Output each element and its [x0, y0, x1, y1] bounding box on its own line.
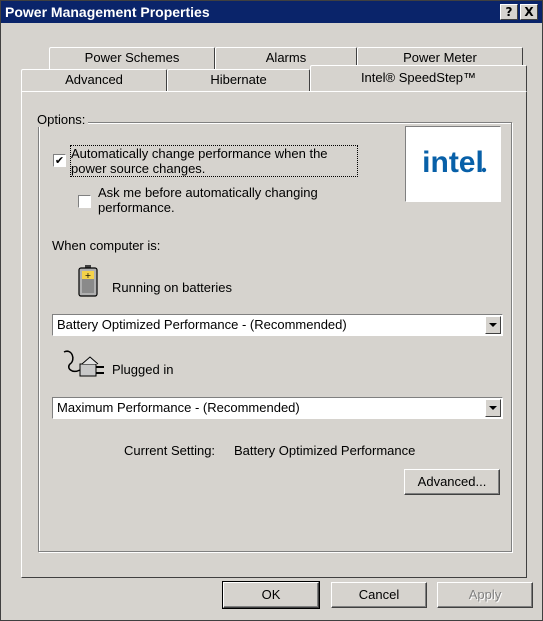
current-setting-label: Current Setting:: [124, 443, 216, 458]
ask-before-label-line1: Ask me before automatically changing: [98, 185, 318, 200]
help-icon[interactable]: ?: [500, 4, 518, 20]
ask-before-checkbox[interactable]: [78, 195, 91, 208]
plugged-in-label: Plugged in: [112, 362, 174, 377]
ask-before-label-line2: performance.: [98, 200, 175, 215]
title-buttons: ? X: [500, 4, 542, 20]
battery-scheme-select[interactable]: Battery Optimized Performance - (Recomme…: [52, 314, 503, 336]
auto-change-label-line2: power source changes.: [71, 161, 206, 176]
checkmark-icon: ✔: [54, 154, 65, 167]
intel-logo-text: intel: [422, 146, 484, 179]
plugged-scheme-dropdown-arrow[interactable]: [485, 399, 501, 417]
speedstep-panel: Options: ✔ Automatically change performa…: [21, 91, 527, 578]
cancel-button[interactable]: Cancel: [331, 582, 427, 608]
intel-logo: intel: [405, 126, 501, 202]
battery-icon: +: [78, 265, 98, 300]
svg-text:+: +: [85, 271, 92, 280]
tab-power-schemes[interactable]: Power Schemes: [49, 47, 215, 69]
window-title: Power Management Properties: [5, 4, 210, 20]
plugged-scheme-value: Maximum Performance - (Recommended): [57, 400, 300, 415]
tab-intel-speedstep[interactable]: Intel® SpeedStep™: [310, 65, 527, 91]
tab-hibernate[interactable]: Hibernate: [167, 69, 310, 91]
power-management-dialog: Power Management Properties ? X Power Sc…: [0, 0, 543, 621]
when-computer-label: When computer is:: [52, 238, 161, 253]
tab-advanced[interactable]: Advanced: [21, 69, 167, 91]
intel-logo-graphic: intel: [422, 146, 487, 179]
battery-scheme-value: Battery Optimized Performance - (Recomme…: [57, 317, 347, 332]
current-setting-value: Battery Optimized Performance: [234, 443, 416, 458]
auto-change-label-line1: Automatically change performance when th…: [71, 146, 328, 161]
battery-scheme-dropdown-arrow[interactable]: [485, 316, 501, 334]
apply-button[interactable]: Apply: [437, 582, 533, 608]
plugged-scheme-select[interactable]: Maximum Performance - (Recommended): [52, 397, 503, 419]
ask-before-label[interactable]: Ask me before automatically changing per…: [98, 185, 318, 215]
power-plug-icon: [62, 348, 106, 383]
auto-change-checkbox[interactable]: ✔: [53, 154, 66, 167]
advanced-button[interactable]: Advanced...: [404, 469, 500, 495]
auto-change-label[interactable]: Automatically change performance when th…: [70, 145, 358, 177]
ok-button[interactable]: OK: [222, 581, 320, 609]
batteries-label: Running on batteries: [112, 280, 232, 295]
close-icon[interactable]: X: [520, 4, 538, 20]
options-group-label: Options:: [34, 112, 89, 127]
title-bar[interactable]: Power Management Properties ? X: [1, 1, 542, 23]
